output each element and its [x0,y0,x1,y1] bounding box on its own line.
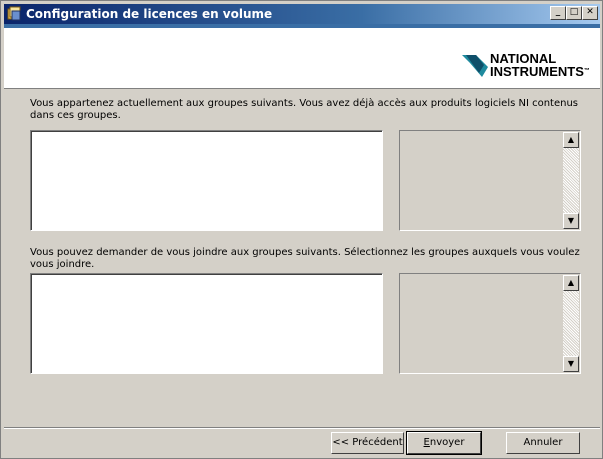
window-title: Configuration de licences en volume [26,7,273,21]
ni-logo: NATIONAL INSTRUMENTS™ [462,52,592,84]
scroll-up-icon: ▲ [567,135,575,144]
join-groups-scrollbar[interactable]: ▲ ▼ [563,275,579,372]
scroll-down-button[interactable]: ▼ [563,213,579,229]
maximize-button[interactable]: □ [566,6,582,20]
current-groups-list[interactable] [30,130,383,231]
close-button[interactable]: ✕ [582,6,598,20]
app-icon [7,6,21,21]
current-groups-details: ▲ ▼ [399,130,581,231]
ni-eagle-logo-icon [462,55,488,77]
cancel-button[interactable]: Annuler [506,432,580,454]
current-groups-scrollbar[interactable]: ▲ ▼ [563,132,579,229]
join-groups-label: Vous pouvez demander de vous joindre aux… [30,247,580,270]
send-label: nvoyer [429,437,465,448]
previous-button[interactable]: << Précédent [331,432,404,454]
logo-line-instruments: INSTRUMENTS™ [490,64,590,79]
license-config-window: Configuration de licences en volume _ □ … [0,0,603,459]
scroll-up-button[interactable]: ▲ [563,275,579,291]
scroll-down-button[interactable]: ▼ [563,356,579,372]
title-bar[interactable]: Configuration de licences en volume _ □ … [4,4,600,24]
scroll-up-icon: ▲ [567,278,575,287]
close-icon: ✕ [586,7,594,17]
join-groups-list[interactable] [30,273,383,374]
scroll-down-icon: ▼ [567,359,575,368]
join-groups-details: ▲ ▼ [399,273,581,374]
send-button[interactable]: Envoyer [406,431,482,455]
trademark-mark: ™ [583,68,590,74]
scroll-up-button[interactable]: ▲ [563,132,579,148]
footer-separator [4,427,600,429]
maximize-icon: □ [569,7,579,17]
minimize-icon: _ [555,7,561,17]
minimize-button[interactable]: _ [550,6,566,20]
scroll-down-icon: ▼ [567,216,575,225]
header-banner: NATIONAL INSTRUMENTS™ [4,24,600,89]
current-groups-label: Vous appartenez actuellement aux groupes… [30,98,579,121]
